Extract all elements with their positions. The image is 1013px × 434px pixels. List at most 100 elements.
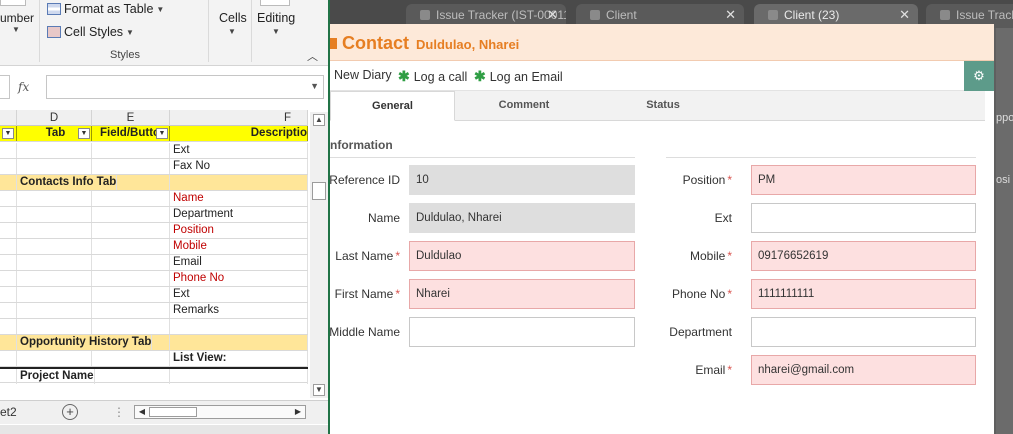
table-cell[interactable] (92, 175, 170, 190)
close-icon[interactable]: ✕ (899, 4, 910, 26)
table-cell[interactable] (92, 159, 170, 174)
table-cell[interactable] (170, 369, 308, 384)
table-cell[interactable] (0, 303, 17, 318)
scroll-left-icon[interactable]: ◀ (136, 406, 148, 418)
sheet-tab[interactable]: et2 (0, 405, 17, 419)
table-cell[interactable] (0, 191, 17, 206)
table-cell[interactable] (92, 319, 170, 334)
table-cell[interactable] (17, 271, 92, 286)
table-cell[interactable]: Department (170, 207, 308, 222)
add-sheet-icon[interactable]: + (62, 404, 78, 420)
table-cell[interactable] (0, 271, 17, 286)
middle-name-field[interactable] (409, 317, 635, 347)
table-cell[interactable] (0, 369, 17, 384)
table-cell[interactable] (0, 255, 17, 270)
new-diary-button[interactable]: New Diary (334, 68, 392, 82)
table-cell[interactable] (170, 175, 308, 190)
scroll-thumb[interactable] (312, 182, 326, 200)
table-cell[interactable]: Name (170, 191, 308, 206)
table-cell[interactable] (17, 351, 92, 366)
ext-field[interactable] (751, 203, 976, 233)
table-cell[interactable] (17, 255, 92, 270)
table-cell[interactable] (170, 319, 308, 334)
table-cell[interactable] (0, 143, 17, 158)
close-icon[interactable]: ✕ (725, 4, 736, 26)
tab-general[interactable]: General (330, 91, 455, 121)
table-cell[interactable]: Remarks (170, 303, 308, 318)
mobile-field[interactable]: 09176652619 (751, 241, 976, 271)
scroll-thumb[interactable] (149, 407, 197, 417)
table-header-cell[interactable]: Descriptio (170, 126, 308, 141)
scroll-right-icon[interactable]: ▶ (292, 406, 304, 418)
table-cell[interactable]: Email (170, 255, 308, 270)
phone-no-field[interactable]: 1111111111 (751, 279, 976, 309)
column-header-C[interactable] (0, 110, 17, 126)
tab-status[interactable]: Status (593, 91, 733, 121)
table-cell[interactable]: Mobile (170, 239, 308, 254)
table-cell[interactable] (0, 319, 17, 334)
table-cell[interactable] (17, 159, 92, 174)
table-cell[interactable] (0, 223, 17, 238)
table-cell[interactable] (0, 175, 17, 190)
table-cell[interactable]: Ext (170, 287, 308, 302)
table-cell[interactable]: Position (170, 223, 308, 238)
filter-dropdown-icon[interactable]: ▼ (78, 128, 90, 139)
last-name-field[interactable]: Duldulao (409, 241, 635, 271)
position-field[interactable]: PM (751, 165, 976, 195)
log-email-button[interactable]: ✱ Log an Email (474, 68, 563, 85)
table-cell[interactable] (17, 207, 92, 222)
scroll-down-icon[interactable]: ▼ (313, 384, 325, 396)
formula-input[interactable]: ▼ (46, 75, 324, 99)
table-cell[interactable]: Ext (170, 143, 308, 158)
table-cell[interactable] (92, 239, 170, 254)
table-cell[interactable] (92, 191, 170, 206)
settings-icon[interactable]: ⚙ (964, 61, 994, 91)
table-cell[interactable] (17, 303, 92, 318)
more-sheets-icon[interactable]: ⋮ (113, 405, 125, 419)
table-cell[interactable] (0, 335, 17, 350)
table-cell[interactable] (92, 303, 170, 318)
number-dropdown-caret[interactable]: ▼ (12, 25, 20, 34)
table-cell[interactable] (170, 335, 308, 350)
first-name-field[interactable]: Nharei (409, 279, 635, 309)
vertical-scrollbar[interactable]: ▲ ▼ (310, 112, 328, 398)
table-cell[interactable] (17, 239, 92, 254)
filter-dropdown-icon[interactable]: ▼ (156, 128, 168, 139)
tab-comment[interactable]: Comment (455, 91, 593, 121)
format-as-table-button[interactable]: Format as Table ▼ (47, 2, 164, 16)
table-cell[interactable] (0, 159, 17, 174)
table-cell[interactable] (92, 335, 170, 350)
table-cell[interactable] (92, 223, 170, 238)
cell-styles-button[interactable]: Cell Styles ▼ (47, 25, 134, 39)
table-cell[interactable] (0, 239, 17, 254)
scroll-up-icon[interactable]: ▲ (313, 114, 325, 126)
table-cell[interactable]: Fax No (170, 159, 308, 174)
table-cell[interactable] (92, 271, 170, 286)
table-cell[interactable] (0, 207, 17, 222)
department-field[interactable] (751, 317, 976, 347)
name-box[interactable] (0, 75, 10, 99)
table-cell[interactable]: List View: (170, 351, 308, 366)
table-cell[interactable] (92, 143, 170, 158)
column-header-F[interactable]: F (170, 110, 308, 126)
table-cell[interactable] (17, 319, 92, 334)
table-cell[interactable] (92, 287, 170, 302)
close-icon[interactable]: ✕ (547, 4, 558, 26)
log-call-button[interactable]: ✱ Log a call (398, 68, 467, 85)
table-cell[interactable] (92, 255, 170, 270)
table-cell[interactable]: Project Name (17, 369, 95, 384)
horizontal-scrollbar[interactable]: ◀ ▶ (134, 405, 306, 419)
table-cell[interactable] (0, 287, 17, 302)
cells-button[interactable]: Cells (219, 11, 247, 25)
editing-button[interactable]: Editing (257, 11, 295, 25)
chevron-down-icon[interactable]: ▼ (310, 81, 319, 91)
table-cell[interactable]: Phone No (170, 271, 308, 286)
table-cell[interactable] (17, 143, 92, 158)
table-cell[interactable] (17, 287, 92, 302)
table-cell[interactable] (92, 351, 170, 366)
table-cell[interactable] (0, 351, 17, 366)
table-cell[interactable] (17, 191, 92, 206)
filter-dropdown-icon[interactable]: ▼ (2, 128, 14, 139)
column-header-D[interactable]: D (17, 110, 92, 126)
editing-caret[interactable]: ▼ (272, 27, 280, 36)
